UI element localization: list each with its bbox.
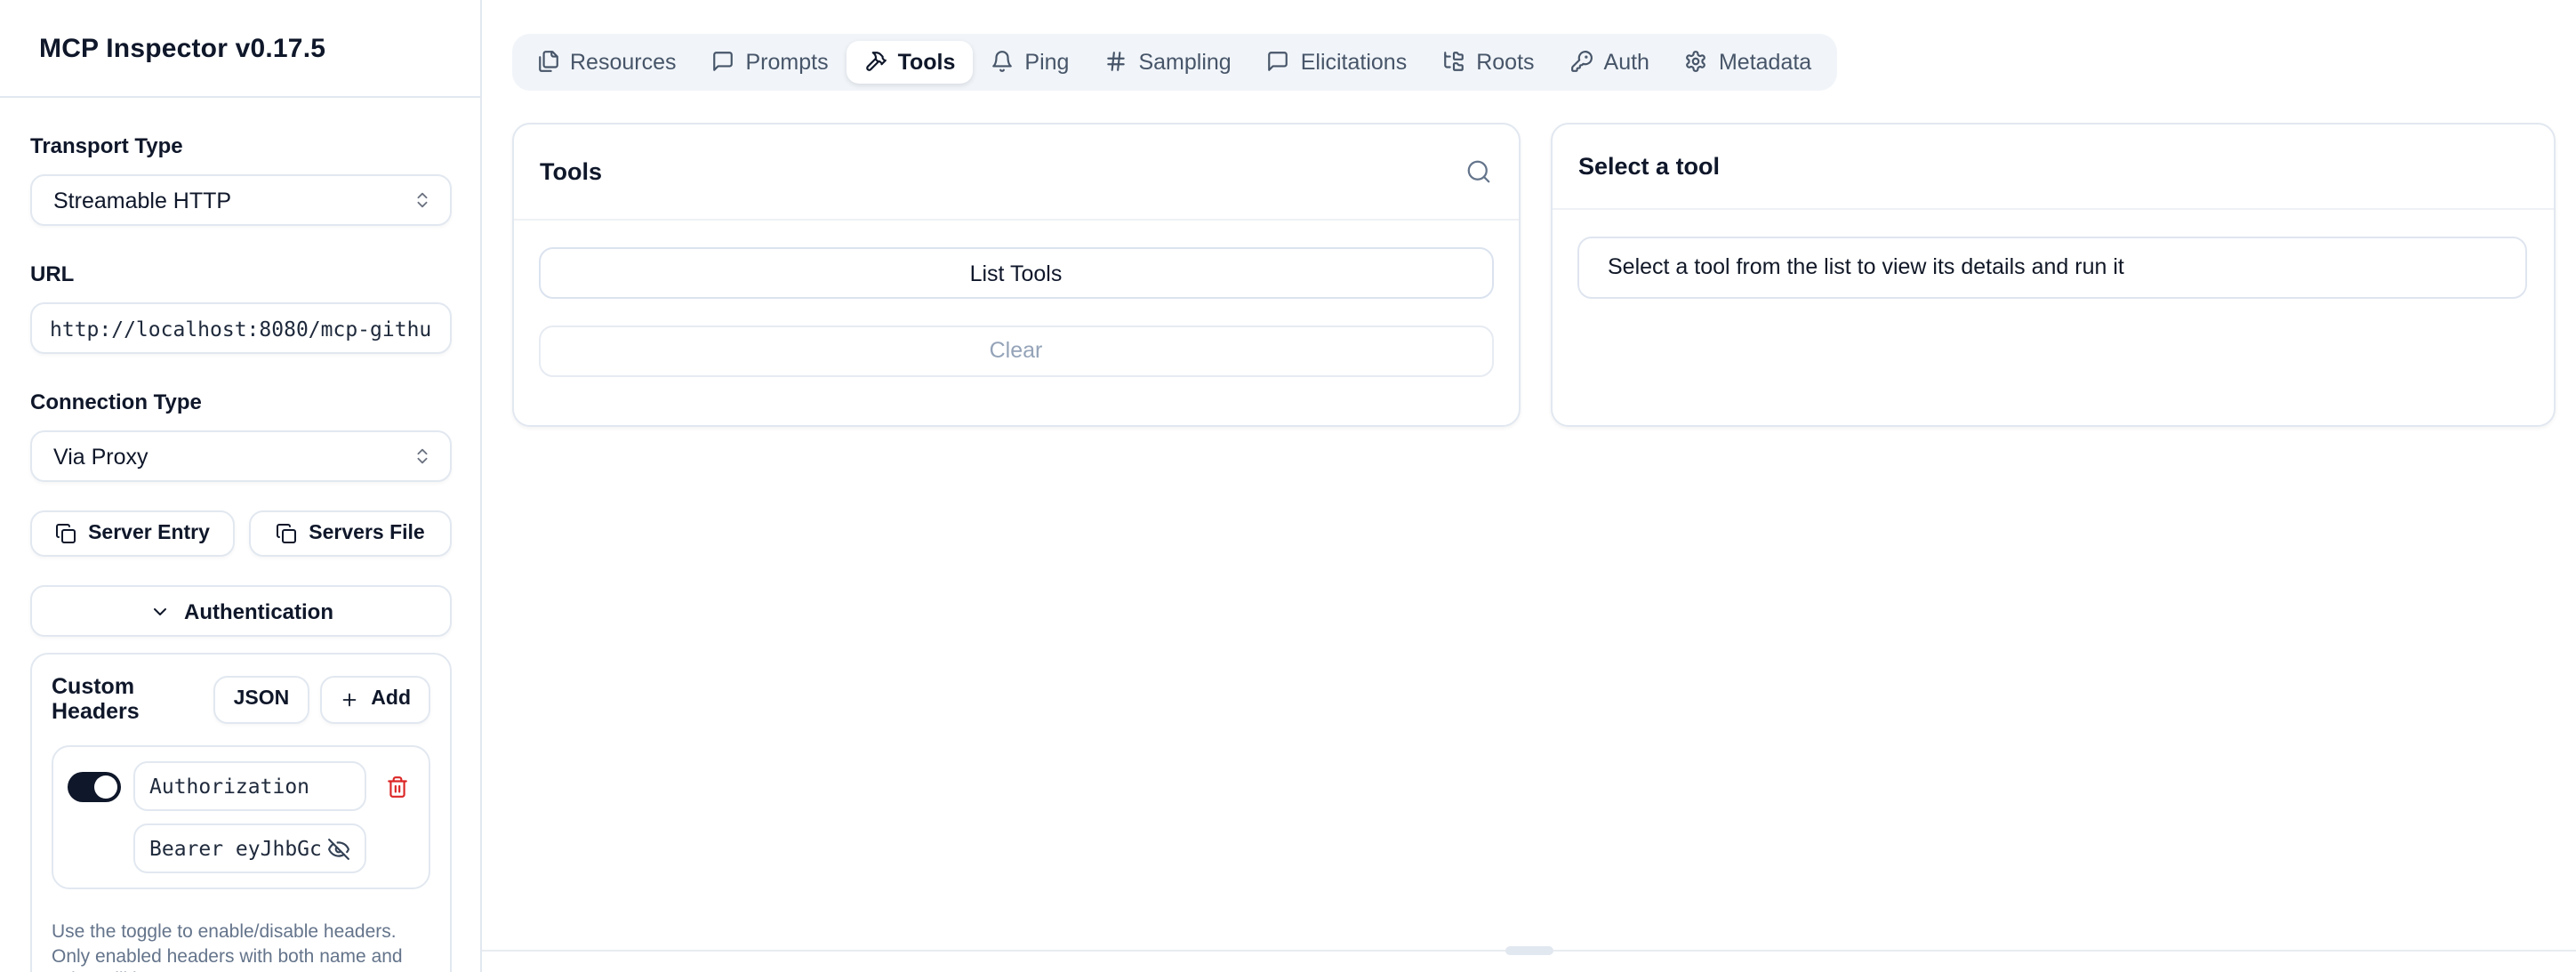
list-tools-button[interactable]: List Tools — [539, 247, 1493, 299]
search-tools-button[interactable] — [1465, 158, 1492, 185]
detail-panel-title: Select a tool — [1578, 153, 1720, 180]
toggle-value-visibility-button[interactable] — [327, 837, 350, 860]
add-header-label: Add — [371, 688, 411, 710]
tab-list: Resources Prompts Tools Ping Sampling Elicita… — [511, 33, 1836, 90]
header-value-input[interactable]: Bearer eyJhbGciOi — [133, 823, 366, 873]
bell-icon — [991, 50, 1014, 73]
plus-icon — [339, 689, 358, 709]
sidebar-header: MCP Inspector v0.17.5 — [0, 0, 480, 98]
tab-roots[interactable]: Roots — [1424, 40, 1552, 83]
transport-type-label: Transport Type — [30, 133, 452, 158]
search-icon — [1465, 158, 1492, 185]
tab-label: Ping — [1024, 49, 1069, 74]
server-entry-label: Server Entry — [88, 523, 210, 544]
tab-auth[interactable]: Auth — [1553, 40, 1667, 83]
url-input[interactable]: http://localhost:8080/mcp-githu — [30, 302, 452, 354]
authentication-label: Authentication — [184, 598, 333, 623]
connection-type-select[interactable]: Via Proxy — [30, 430, 452, 482]
connection-type-label: Connection Type — [30, 390, 452, 414]
eye-off-icon — [327, 837, 350, 860]
headers-help-text: Use the toggle to enable/disable headers… — [52, 921, 430, 972]
authentication-toggle-button[interactable]: Authentication — [30, 585, 452, 637]
tab-label: Tools — [898, 49, 956, 74]
tab-label: Prompts — [746, 49, 829, 74]
tab-sampling[interactable]: Sampling — [1087, 40, 1248, 83]
tools-list-panel: Tools List Tools Clear — [511, 123, 1521, 426]
toggle-knob — [94, 775, 117, 798]
panels: Tools List Tools Clear Select a tool — [511, 123, 2555, 426]
pane-resize-handle[interactable] — [1505, 945, 1553, 955]
chevron-down-icon — [148, 600, 170, 622]
tab-label: Elicitations — [1301, 49, 1408, 74]
clear-tools-button[interactable]: Clear — [539, 325, 1493, 376]
settings-icon — [1685, 50, 1708, 73]
app-window: MCP Inspector v0.17.5 Transport Type Str… — [0, 0, 2576, 972]
tab-label: Roots — [1476, 49, 1534, 74]
delete-header-button[interactable] — [379, 775, 414, 798]
json-view-button[interactable]: JSON — [214, 675, 309, 723]
tab-tools[interactable]: Tools — [847, 40, 974, 83]
tabs-bar: Resources Prompts Tools Ping Sampling Elicita… — [511, 33, 2576, 90]
main-content: Resources Prompts Tools Ping Sampling Elicita… — [482, 0, 2576, 972]
url-label: URL — [30, 261, 452, 286]
trash-icon — [385, 775, 408, 798]
custom-headers-card: Custom Headers JSON Add Authorization — [30, 653, 452, 972]
chevrons-up-down-icon — [413, 190, 432, 210]
tools-panel-header: Tools — [513, 125, 1519, 221]
transport-type-value: Streamable HTTP — [53, 188, 231, 213]
tool-detail-panel: Select a tool Select a tool from the lis… — [1550, 123, 2555, 426]
sidebar: MCP Inspector v0.17.5 Transport Type Str… — [0, 0, 482, 972]
server-entry-button[interactable]: Server Entry — [30, 510, 234, 557]
empty-state-message: Select a tool from the list to view its … — [1577, 236, 2527, 299]
hammer-icon — [864, 50, 887, 73]
tab-resources[interactable]: Resources — [518, 40, 694, 83]
detail-panel-header: Select a tool — [1552, 125, 2553, 209]
message-square-icon — [712, 50, 735, 73]
sidebar-body: Transport Type Streamable HTTP URL http:… — [0, 98, 480, 972]
tools-panel-title: Tools — [540, 158, 602, 185]
folder-tree-icon — [1442, 50, 1465, 73]
tab-label: Metadata — [1719, 49, 1811, 74]
tab-elicitations[interactable]: Elicitations — [1249, 40, 1425, 83]
header-row: Authorization Bearer eyJhbGciOi — [52, 745, 430, 889]
detail-panel-body: Select a tool from the list to view its … — [1552, 209, 2553, 325]
servers-file-label: Servers File — [309, 523, 424, 544]
connection-type-value: Via Proxy — [53, 444, 148, 469]
key-icon — [1570, 50, 1593, 73]
header-value-text: Bearer eyJhbGciOi — [149, 836, 320, 861]
custom-headers-header: Custom Headers JSON Add — [52, 674, 430, 724]
tab-ping[interactable]: Ping — [973, 40, 1087, 83]
files-icon — [536, 50, 559, 73]
add-header-button[interactable]: Add — [319, 675, 430, 723]
message-square-icon — [1267, 50, 1290, 73]
header-enabled-toggle[interactable] — [68, 771, 121, 801]
tools-panel-body: List Tools Clear — [513, 221, 1519, 403]
servers-file-button[interactable]: Servers File — [248, 510, 452, 557]
tab-label: Resources — [570, 49, 677, 74]
header-name-input[interactable]: Authorization — [133, 761, 366, 811]
transport-type-select[interactable]: Streamable HTTP — [30, 174, 452, 226]
header-name-value: Authorization — [149, 774, 350, 799]
tab-metadata[interactable]: Metadata — [1667, 40, 1829, 83]
hash-icon — [1104, 50, 1128, 73]
tab-prompts[interactable]: Prompts — [694, 40, 847, 83]
custom-headers-title: Custom Headers — [52, 674, 214, 724]
app-title: MCP Inspector v0.17.5 — [39, 33, 325, 63]
chevrons-up-down-icon — [413, 446, 432, 466]
copy-icon — [275, 523, 296, 544]
tab-label: Auth — [1604, 49, 1649, 74]
tab-label: Sampling — [1138, 49, 1231, 74]
entry-buttons-row: Server Entry Servers File — [30, 510, 452, 557]
copy-icon — [54, 523, 76, 544]
